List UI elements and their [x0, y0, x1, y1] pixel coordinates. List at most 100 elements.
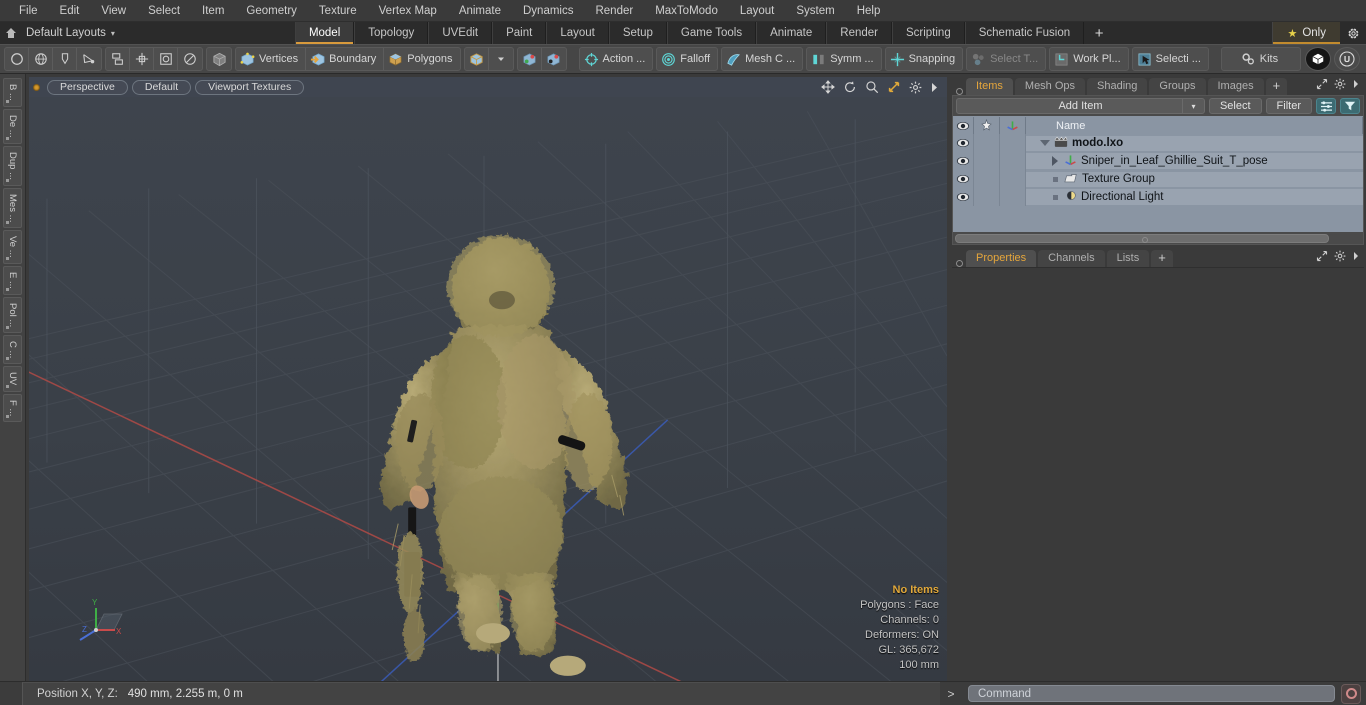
vtab-polygon[interactable]: Pol ...	[3, 296, 22, 333]
tab-schematic-fusion[interactable]: Schematic Fusion	[964, 22, 1085, 44]
tab-images[interactable]: Images	[1207, 78, 1264, 95]
tab-paint[interactable]: Paint	[492, 22, 547, 44]
pan-icon[interactable]	[821, 80, 835, 94]
pin-icon[interactable]	[974, 117, 1000, 134]
modo-logo-icon[interactable]	[1305, 47, 1331, 71]
work-plane-button[interactable]: Work Pl...	[1050, 48, 1127, 70]
menu-item-maxtomodo[interactable]: MaxToModo	[644, 0, 729, 22]
tab-groups[interactable]: Groups	[1149, 78, 1206, 95]
properties-menu-icon[interactable]	[1352, 251, 1360, 264]
symmetry-button[interactable]: Symm ...	[807, 48, 880, 70]
row-visibility-toggle[interactable]	[953, 188, 974, 206]
only-toggle-button[interactable]: ★ Only	[1272, 22, 1340, 44]
add-tab-button[interactable]: +	[1084, 22, 1114, 44]
menu-item-select[interactable]: Select	[137, 0, 191, 22]
row-lock-cell[interactable]	[974, 170, 1000, 188]
add-properties-tab-button[interactable]: +	[1151, 250, 1173, 267]
select-backface-icon[interactable]	[542, 48, 566, 70]
vertices-button[interactable]: Vertices	[236, 48, 307, 70]
vtab-vertex[interactable]: Ve ...	[3, 230, 22, 264]
move-icon[interactable]	[130, 48, 154, 70]
tab-mesh-ops[interactable]: Mesh Ops	[1014, 78, 1086, 95]
cube-icon[interactable]	[465, 48, 489, 70]
menu-item-render[interactable]: Render	[584, 0, 644, 22]
tab-channels[interactable]: Channels	[1038, 250, 1105, 267]
vtab-duplicate[interactable]: Dup ...	[3, 145, 22, 186]
menu-item-system[interactable]: System	[785, 0, 845, 22]
zoom-icon[interactable]	[865, 80, 879, 94]
tab-game-tools[interactable]: Game Tools	[666, 22, 757, 44]
vtab-basic[interactable]: B ...	[3, 78, 22, 107]
table-row[interactable]: modo.lxo	[953, 134, 1363, 152]
boundary-button[interactable]: Boundary	[306, 48, 385, 70]
list-options-icon[interactable]	[1316, 98, 1336, 114]
item-row-mesh[interactable]: Sniper_in_Leaf_Ghillie_Suit_T_pose	[1026, 153, 1363, 169]
home-icon[interactable]	[0, 22, 22, 44]
mesh-constraint-button[interactable]: Mesh C ...	[722, 48, 802, 70]
tree-collapse-icon[interactable]	[1050, 156, 1060, 166]
default-layouts-dropdown[interactable]: Default Layouts ▾	[22, 22, 125, 44]
tab-model[interactable]: Model	[294, 22, 355, 44]
select-through-icon[interactable]	[518, 48, 542, 70]
tab-items[interactable]: Items	[966, 78, 1013, 95]
kits-button[interactable]: Kits	[1222, 48, 1300, 70]
tab-animate[interactable]: Animate	[756, 22, 827, 44]
menu-item-animate[interactable]: Animate	[448, 0, 512, 22]
panel-menu-icon[interactable]	[1352, 79, 1360, 92]
menu-item-texture[interactable]: Texture	[308, 0, 368, 22]
row-lock-cell[interactable]	[974, 188, 1000, 206]
add-panel-tab-button[interactable]: +	[1265, 78, 1288, 95]
vtab-fusion[interactable]: F ...	[3, 393, 22, 422]
expand-panel-icon[interactable]	[1316, 78, 1328, 93]
row-visibility-toggle[interactable]	[953, 170, 974, 188]
add-item-button[interactable]: Add Item ▾	[956, 98, 1205, 114]
item-mode-icon[interactable]	[206, 47, 232, 71]
chevron-down-icon[interactable]	[489, 48, 513, 70]
scrollbar-thumb[interactable]	[955, 233, 1329, 243]
tab-layout[interactable]: Layout	[546, 22, 609, 44]
curve-tool-icon[interactable]	[77, 48, 101, 70]
unreal-logo-icon[interactable]	[1334, 47, 1360, 71]
vtab-uv[interactable]: UV	[3, 366, 22, 392]
menu-item-view[interactable]: View	[90, 0, 137, 22]
scale-icon[interactable]	[154, 48, 178, 70]
row-transform-cell[interactable]	[1000, 152, 1026, 170]
tab-properties[interactable]: Properties	[966, 250, 1037, 267]
row-visibility-toggle[interactable]	[953, 134, 974, 152]
viewport-projection-dropdown[interactable]: Perspective	[47, 79, 128, 95]
gear-icon[interactable]	[1340, 22, 1366, 44]
vtab-deform[interactable]: De ...	[3, 108, 22, 144]
pen-tool-icon[interactable]	[53, 48, 77, 70]
item-row-directional-light[interactable]: Directional Light	[1026, 189, 1363, 205]
menu-item-layout[interactable]: Layout	[729, 0, 786, 22]
row-transform-cell[interactable]	[1000, 170, 1026, 188]
items-horizontal-scrollbar[interactable]	[953, 232, 1363, 244]
table-row[interactable]: Directional Light	[953, 188, 1363, 206]
properties-panel-content[interactable]	[952, 267, 1364, 681]
vtab-edge[interactable]: E ...	[3, 265, 22, 295]
record-icon[interactable]	[1341, 683, 1361, 704]
menu-item-item[interactable]: Item	[191, 0, 235, 22]
table-row[interactable]: Sniper_in_Leaf_Ghillie_Suit_T_pose	[953, 152, 1363, 170]
viewport-3d[interactable]: Y X Z No Items Polygons : Face Channels:…	[29, 97, 947, 681]
add-item-dropdown-icon[interactable]: ▾	[1181, 99, 1204, 113]
axis-icon[interactable]	[1000, 117, 1026, 134]
selection-set-button[interactable]: Selecti ...	[1133, 48, 1208, 70]
tab-scripting[interactable]: Scripting	[891, 22, 965, 44]
viewport-settings-icon[interactable]	[909, 81, 922, 94]
filter-funnel-icon[interactable]	[1340, 98, 1360, 114]
properties-gear-icon[interactable]	[1334, 250, 1346, 265]
row-lock-cell[interactable]	[974, 134, 1000, 152]
menu-item-edit[interactable]: Edit	[49, 0, 91, 22]
menu-item-dynamics[interactable]: Dynamics	[512, 0, 584, 22]
rotate-view-icon[interactable]	[843, 80, 857, 94]
rotate-icon[interactable]	[178, 48, 202, 70]
row-transform-cell[interactable]	[1000, 188, 1026, 206]
command-input[interactable]: Command	[968, 685, 1335, 702]
array-icon[interactable]	[106, 48, 130, 70]
circle-tool-icon[interactable]	[5, 48, 29, 70]
sphere-tool-icon[interactable]	[29, 48, 53, 70]
tab-lists[interactable]: Lists	[1106, 250, 1150, 267]
items-filter-button[interactable]: Filter	[1265, 98, 1312, 114]
falloff-button[interactable]: Falloff	[657, 48, 717, 70]
